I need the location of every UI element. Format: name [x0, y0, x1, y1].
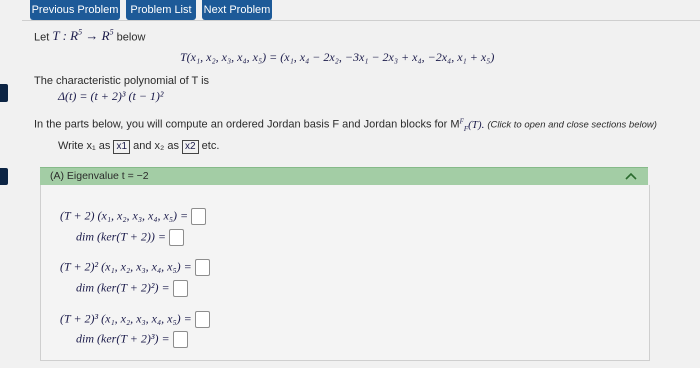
row-2-answer-input[interactable] [194, 259, 210, 276]
previous-problem-button[interactable]: Previous Problem [30, 0, 120, 20]
section-a-header[interactable]: (A) Eigenvalue t = −2 [40, 167, 648, 186]
intro-below: below [116, 31, 146, 44]
side-marker [0, 168, 8, 185]
row-2-dim-text: dim (ker(T + 2)²) = [76, 280, 170, 295]
row-1-dim: dim (ker(T + 2)) = [76, 229, 184, 246]
charpoly-formula: Δ(t) = (t + 2)³ (t − 1)² [58, 89, 164, 103]
write-suffix: etc. [201, 140, 220, 152]
side-marker [0, 84, 8, 102]
row-1-expression: (T + 2) (x₁, x₂, x₃, x₄, x₅) = [60, 208, 207, 225]
row-3-answer-input[interactable] [194, 311, 210, 328]
parts-text: In the parts below, you will compute an … [34, 118, 460, 131]
problem-intro: Let T : R5 → R5 below [34, 28, 145, 44]
parts-matrix-tag: FF(T). [459, 117, 485, 133]
row-3-expr-text: (T + 2)³ (x₁, x₂, x₃, x₄, x₅) = [60, 311, 192, 326]
intro-map: T : R5 → R5 [52, 28, 114, 44]
write-prefix: Write x₁ as [58, 140, 111, 152]
row-2-dim: dim (ker(T + 2)²) = [76, 280, 188, 297]
write-hint: Write x₁ as x1 and x₂ as x2 etc. [58, 140, 219, 154]
row-2-expr-text: (T + 2)² (x₁, x₂, x₃, x₄, x₅) = [60, 259, 192, 274]
row-3-dim: dim (ker(T + 2)³) = [76, 331, 188, 348]
header-divider [22, 20, 700, 21]
row-3-expression: (T + 2)³ (x₁, x₂, x₃, x₄, x₅) = [60, 311, 210, 328]
next-problem-button[interactable]: Next Problem [202, 0, 272, 20]
row-3-dim-text: dim (ker(T + 2)³) = [76, 331, 170, 346]
x1-token: x1 [113, 140, 131, 154]
charpoly-label: The characteristic polynomial of T is [34, 75, 210, 87]
row-1-dim-input[interactable] [168, 229, 184, 246]
row-2-dim-input[interactable] [172, 280, 188, 297]
problem-list-button[interactable]: Problem List [126, 0, 196, 20]
row-3-dim-input[interactable] [172, 331, 188, 348]
x2-token: x2 [182, 140, 199, 154]
section-a-label: (A) Eigenvalue t = −2 [50, 170, 149, 182]
transformation-formula: T(x₁, x₂, x₃, x₄, x₅) = (x₁, x₄ − 2x₂, −… [180, 50, 495, 64]
intro-prefix: Let [34, 31, 50, 44]
row-1-dim-text: dim (ker(T + 2)) = [76, 229, 166, 244]
row-2-expression: (T + 2)² (x₁, x₂, x₃, x₄, x₅) = [60, 259, 210, 276]
write-mid: and x₂ as [133, 140, 179, 152]
row-1-answer-input[interactable] [191, 208, 207, 225]
parts-note: (Click to open and close sections below) [487, 119, 657, 131]
parts-instructions: In the parts below, you will compute an … [34, 117, 657, 133]
chevron-up-icon[interactable] [624, 171, 638, 181]
row-1-expr-text: (T + 2) (x₁, x₂, x₃, x₄, x₅) = [60, 208, 189, 223]
